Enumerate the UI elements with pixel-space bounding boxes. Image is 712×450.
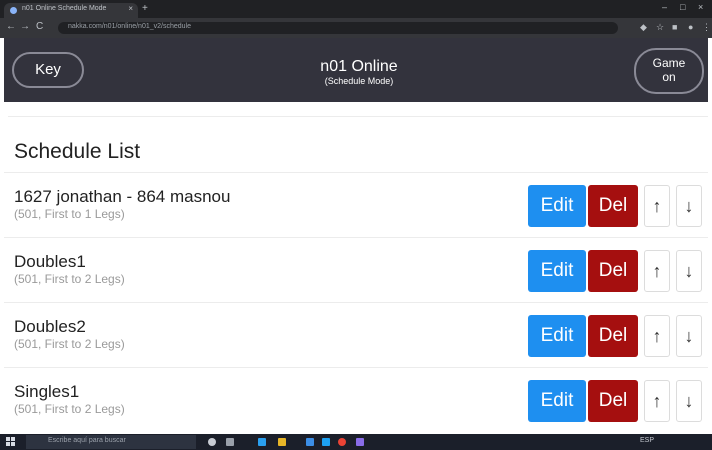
- move-down-button[interactable]: ↓: [676, 380, 702, 422]
- address-bar-row: ← → C nakka.com/n01/online/n01_v2/schedu…: [0, 18, 712, 38]
- move-down-button[interactable]: ↓: [676, 250, 702, 292]
- match-details: (501, First to 2 Legs): [14, 337, 125, 351]
- browser-tab[interactable]: n01 Online Schedule Mode ×: [4, 3, 138, 18]
- task-view-icon[interactable]: [226, 438, 234, 446]
- schedule-row: 1627 jonathan - 864 masnou (501, First t…: [4, 172, 708, 237]
- key-button[interactable]: Key: [12, 52, 84, 88]
- tab-close-icon[interactable]: ×: [128, 4, 133, 13]
- tab-title: n01 Online Schedule Mode: [22, 5, 107, 12]
- match-name: 1627 jonathan - 864 masnou: [14, 187, 231, 206]
- url-input[interactable]: nakka.com/n01/online/n01_v2/schedule: [58, 22, 618, 34]
- windows-start-icon[interactable]: [6, 437, 16, 447]
- app-icon[interactable]: [322, 438, 330, 446]
- delete-button[interactable]: Del: [588, 315, 638, 357]
- move-up-button[interactable]: ↑: [644, 380, 670, 422]
- maximize-button[interactable]: □: [680, 2, 685, 12]
- divider: [8, 116, 708, 117]
- schedule-list-heading: Schedule List: [14, 140, 141, 163]
- minimize-button[interactable]: –: [662, 2, 667, 12]
- delete-button[interactable]: Del: [588, 185, 638, 227]
- move-up-button[interactable]: ↑: [644, 250, 670, 292]
- os-taskbar: Escribe aquí para buscar ESP: [0, 434, 712, 450]
- extension-icon[interactable]: ◆: [640, 22, 647, 33]
- taskbar-search-input[interactable]: Escribe aquí para buscar: [26, 435, 196, 449]
- move-up-button[interactable]: ↑: [644, 185, 670, 227]
- edit-button[interactable]: Edit: [528, 250, 586, 292]
- game-on-label-line2: on: [662, 70, 676, 84]
- schedule-row: Doubles2 (501, First to 2 Legs) Edit Del…: [4, 302, 708, 367]
- delete-button[interactable]: Del: [588, 380, 638, 422]
- close-window-button[interactable]: ×: [698, 2, 703, 12]
- match-details: (501, First to 2 Legs): [14, 272, 125, 286]
- app-header: Key n01 Online (Schedule Mode) Game on: [4, 38, 708, 102]
- page-subtitle: (Schedule Mode): [324, 76, 394, 86]
- schedule-row: Doubles1 (501, First to 2 Legs) Edit Del…: [4, 237, 708, 302]
- match-name: Doubles2: [14, 317, 86, 336]
- profile-icon[interactable]: ●: [688, 22, 693, 32]
- tab-strip: n01 Online Schedule Mode × + – □ ×: [0, 0, 712, 18]
- puzzle-icon[interactable]: ■: [672, 22, 677, 32]
- cortana-icon[interactable]: [208, 438, 216, 446]
- match-name: Singles1: [14, 382, 80, 401]
- back-icon[interactable]: ←: [6, 21, 16, 32]
- new-tab-button[interactable]: +: [142, 3, 148, 14]
- move-up-button[interactable]: ↑: [644, 315, 670, 357]
- match-details: (501, First to 1 Legs): [14, 207, 125, 221]
- system-tray-text: ESP: [640, 437, 655, 444]
- taskbar-search-placeholder: Escribe aquí para buscar: [48, 437, 126, 444]
- favicon-icon: [10, 7, 17, 14]
- edit-button[interactable]: Edit: [528, 380, 586, 422]
- schedule-row: Singles1 (501, First to 2 Legs) Edit Del…: [4, 367, 708, 432]
- edit-button[interactable]: Edit: [528, 315, 586, 357]
- reload-icon[interactable]: C: [36, 21, 43, 32]
- app-icon[interactable]: [306, 438, 314, 446]
- delete-button[interactable]: Del: [588, 250, 638, 292]
- move-down-button[interactable]: ↓: [676, 315, 702, 357]
- file-explorer-icon[interactable]: [278, 438, 286, 446]
- forward-icon[interactable]: →: [20, 21, 30, 32]
- chrome-icon[interactable]: [338, 438, 346, 446]
- app-icon[interactable]: [356, 438, 364, 446]
- game-on-label-line1: Game: [652, 56, 686, 70]
- game-on-button[interactable]: Game on: [634, 48, 704, 94]
- browser-chrome: n01 Online Schedule Mode × + – □ × ← → C…: [0, 0, 712, 38]
- edit-button[interactable]: Edit: [528, 185, 586, 227]
- menu-icon[interactable]: ⋮: [702, 22, 711, 33]
- match-name: Doubles1: [14, 252, 86, 271]
- match-details: (501, First to 2 Legs): [14, 402, 125, 416]
- star-icon[interactable]: ☆: [656, 22, 664, 33]
- edge-icon[interactable]: [258, 438, 266, 446]
- move-down-button[interactable]: ↓: [676, 185, 702, 227]
- url-text: nakka.com/n01/online/n01_v2/schedule: [68, 23, 191, 30]
- page-title: n01 Online: [320, 58, 398, 75]
